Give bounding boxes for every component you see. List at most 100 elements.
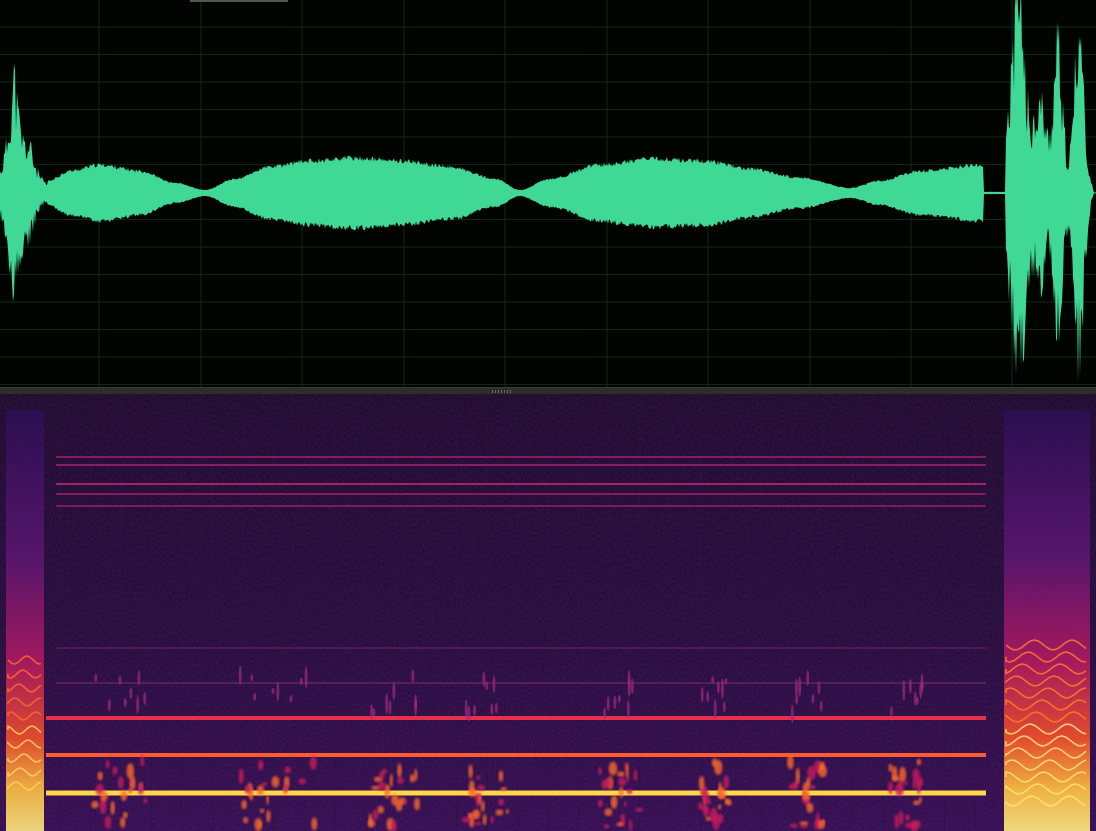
spectrogram-energy-blob <box>798 676 802 697</box>
spectrogram-energy-blob <box>123 698 127 708</box>
spectrogram-energy-blob <box>498 770 504 782</box>
spectrogram-energy-blob <box>476 775 481 780</box>
spectrogram-energy-blob <box>104 815 112 829</box>
spectrogram-energy-blob <box>472 809 481 820</box>
spectrogram-energy-blob <box>372 708 376 717</box>
spectrogram-energy-blob <box>811 694 815 704</box>
spectrogram-energy-blob <box>482 671 486 687</box>
spectrogram-energy-blob <box>717 786 726 800</box>
spectrogram-energy-blob <box>468 780 475 795</box>
panel-splitter[interactable] <box>0 387 1096 395</box>
spectrogram-energy-blob <box>817 681 821 695</box>
spectrogram-energy-blob <box>794 678 798 698</box>
spectrogram-energy-blob <box>495 809 504 816</box>
spectrogram-energy-blob <box>289 695 293 703</box>
spectrogram-energy-blob <box>894 814 900 830</box>
spectrogram-energy-blob <box>904 814 911 821</box>
spectrogram-energy-blob <box>478 794 482 805</box>
spectrogram-energy-blob <box>705 816 712 821</box>
spectrogram-burst-left <box>6 410 44 831</box>
spectrogram-energy-blob <box>276 681 280 701</box>
spectrogram-energy-blob <box>298 778 307 785</box>
spectrogram-energy-blob <box>603 824 610 829</box>
spectrogram-energy-blob <box>628 819 633 831</box>
spectrogram-energy-blob <box>623 801 627 807</box>
spectrogram-energy-blob <box>480 800 485 812</box>
spectrogram-energy-blob <box>818 765 828 778</box>
spectrogram-energy-blob <box>253 692 257 701</box>
spectrogram-display[interactable] <box>0 395 1096 831</box>
spectrogram-energy-blob <box>700 686 704 703</box>
spectrogram-energy-blob <box>414 699 418 709</box>
spectrogram-energy-blob <box>627 679 631 697</box>
spectrogram-energy-blob <box>385 693 389 715</box>
spectrogram-energy-blob <box>626 700 630 719</box>
spectrogram-energy-blob <box>238 768 244 784</box>
spectrogram-energy-blob <box>617 771 625 777</box>
spectrogram-energy-blob <box>464 699 468 720</box>
spectrogram-energy-blob <box>377 781 387 791</box>
spectrogram-energy-blob <box>372 809 379 820</box>
spectrogram-energy-blob <box>100 790 108 802</box>
spectrogram-energy-blob <box>91 800 99 809</box>
spectrogram-energy-blob <box>895 782 904 797</box>
spectrogram-energy-blob <box>790 704 794 724</box>
spectrogram-energy-blob <box>271 687 275 695</box>
spectrogram-energy-blob <box>888 781 894 795</box>
spectrogram-energy-blob <box>482 813 487 826</box>
spectrogram-energy-blob <box>616 822 624 827</box>
spectrogram-energy-blob <box>789 823 799 828</box>
spectrogram-energy-blob <box>818 819 825 830</box>
spectrogram-energy-blob <box>140 754 145 767</box>
spectrogram-energy-blob <box>283 783 288 792</box>
spectrogram-energy-blob <box>467 705 471 722</box>
spectrogram-energy-blob <box>494 702 498 714</box>
spectrogram-energy-blob <box>490 703 494 715</box>
spectrogram-energy-blob <box>143 797 148 804</box>
spectrogram-energy-blob <box>724 678 728 685</box>
spectrogram-energy-blob <box>802 793 811 801</box>
spectrogram-energy-blob <box>311 817 318 831</box>
spectrogram-energy-blob <box>625 762 629 778</box>
spectrogram-energy-blob <box>716 681 720 694</box>
spectrogram-energy-blob <box>724 798 731 804</box>
spectrogram-energy-blob <box>901 780 908 785</box>
spectrogram-energy-blob <box>713 699 717 719</box>
spectrogram-panel[interactable] <box>0 395 1096 831</box>
spectrogram-energy-blob <box>397 776 404 785</box>
spectrogram-energy-blob <box>912 768 920 781</box>
splitter-grip-icon[interactable] <box>492 390 512 393</box>
spectrogram-energy-blob <box>610 795 618 809</box>
spectrogram-energy-blob <box>720 678 724 699</box>
spectrogram-energy-blob <box>891 775 900 782</box>
spectrogram-energy-blob <box>717 804 722 810</box>
spectrogram-energy-blob <box>477 784 486 791</box>
spectrogram-energy-blob <box>105 760 110 769</box>
spectrogram-energy-blob <box>633 769 638 781</box>
spectrogram-energy-blob <box>241 799 247 810</box>
spectrogram-energy-blob <box>608 761 618 776</box>
spectrogram-energy-blob <box>505 809 510 814</box>
spectrogram-energy-blob <box>912 778 917 789</box>
spectrogram-energy-blob <box>137 670 141 686</box>
spectrogram-energy-blob <box>806 802 814 813</box>
spectrogram-energy-blob <box>618 777 627 786</box>
spectrogram-energy-blob <box>492 675 496 693</box>
spectrogram-energy-blob <box>409 774 415 783</box>
spectrogram-energy-blob <box>112 766 118 775</box>
spectrogram-energy-blob <box>468 764 473 779</box>
spectrogram-energy-blob <box>266 810 271 823</box>
spectrogram-energy-blob <box>711 758 718 767</box>
waveform-display[interactable] <box>0 0 1096 387</box>
horizontal-scroll-thumb[interactable] <box>190 0 288 2</box>
spectrogram-energy-blob <box>787 754 794 770</box>
audio-editor-view <box>0 0 1096 831</box>
spectrogram-energy-blob <box>367 819 376 828</box>
spectrogram-energy-blob <box>94 673 98 682</box>
spectrogram-energy-blob <box>498 798 505 806</box>
spectrogram-energy-blob <box>920 673 924 694</box>
waveform-panel[interactable] <box>0 0 1096 387</box>
spectrogram-energy-blob <box>806 670 810 686</box>
spectrogram-energy-blob <box>137 784 144 795</box>
spectrogram-energy-blob <box>378 771 385 779</box>
